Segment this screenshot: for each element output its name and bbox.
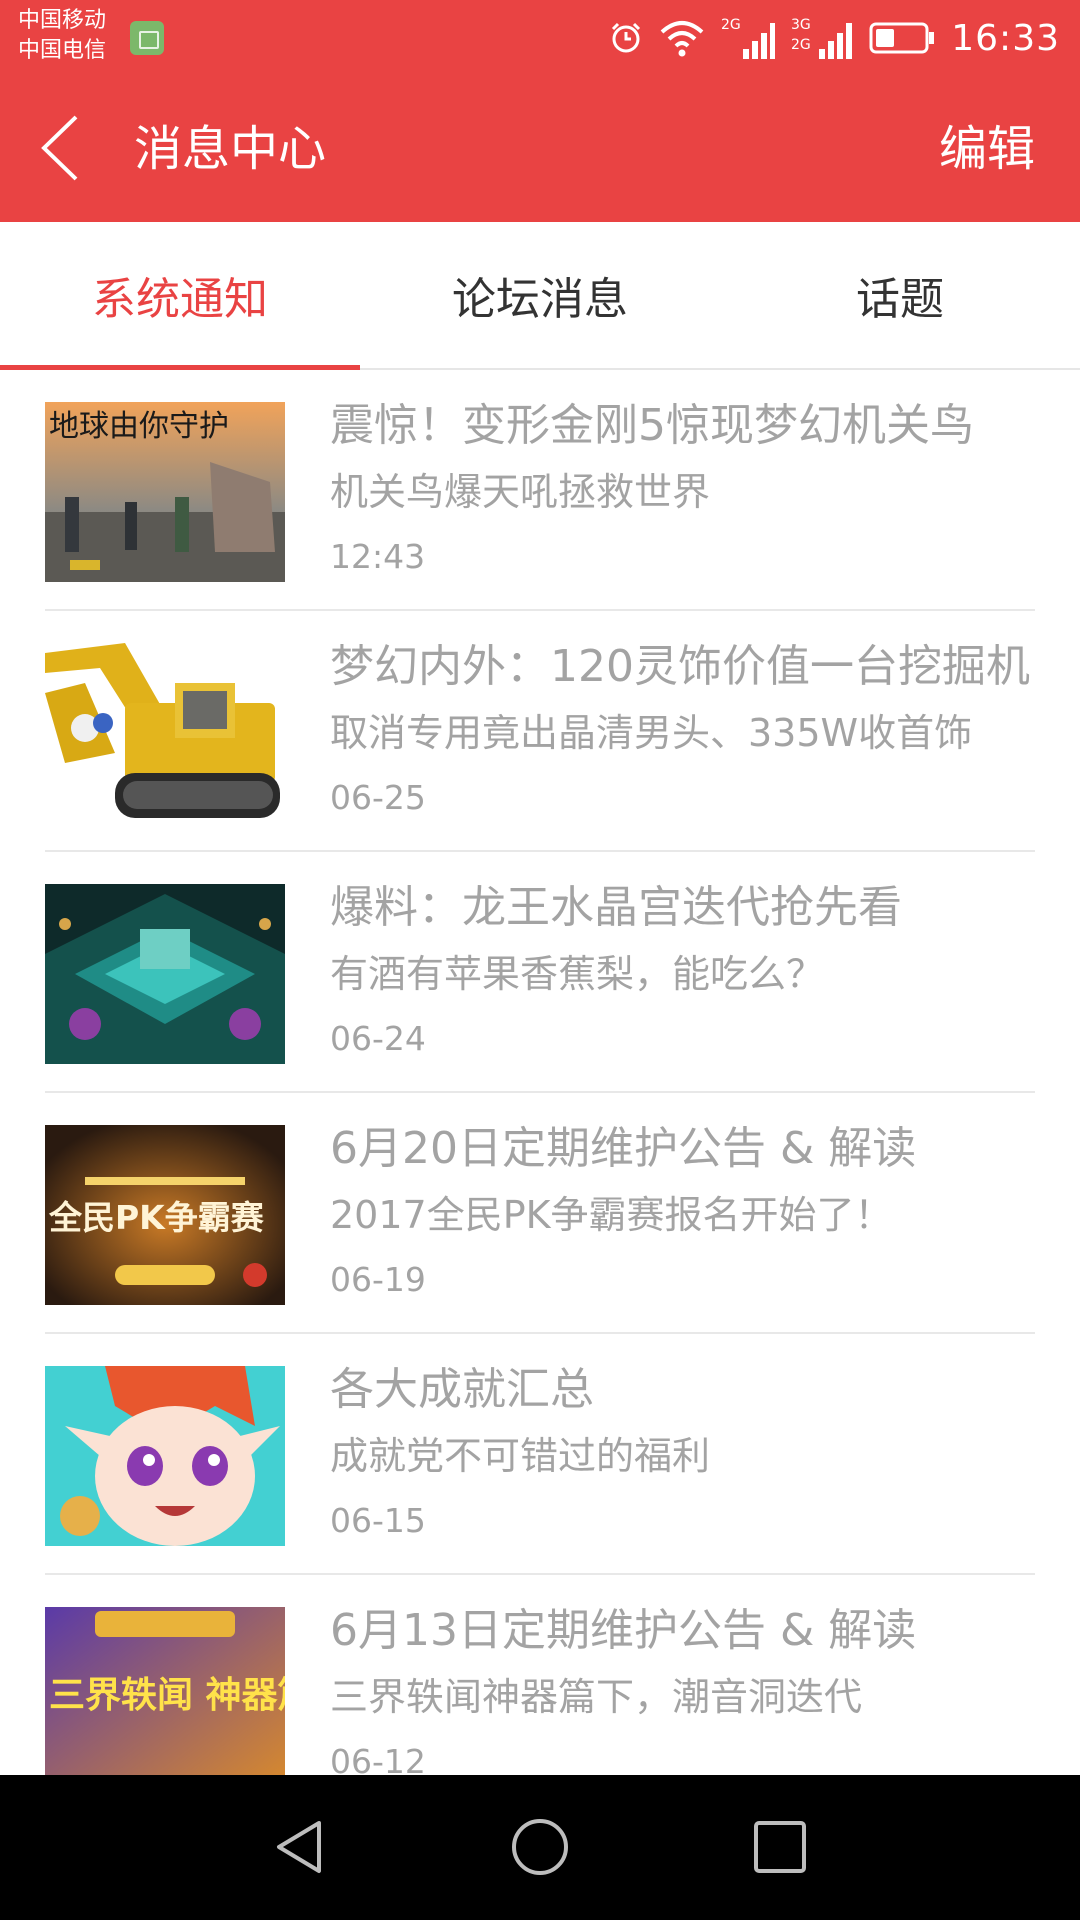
message-time: 06-24 [330, 1019, 426, 1058]
app-header: 中国移动 中国电信 2G 3G 2G 16:33 消息中心 编辑 [0, 0, 1080, 222]
tab-bar: 系统通知 论坛消息 话题 [0, 222, 1080, 370]
message-subtitle: 有酒有苹果香蕉梨，能吃么？ [330, 952, 825, 996]
nav-recent-apps-icon[interactable] [748, 1815, 812, 1879]
carrier-2: 中国电信 [18, 38, 107, 63]
alarm-icon [612, 22, 641, 53]
message-item[interactable]: 爆料：龙王水晶宫迭代抢先看 有酒有苹果香蕉梨，能吃么？ 06-24 [45, 852, 1035, 1093]
network-label-2b: 2G [791, 37, 811, 53]
wifi-icon [660, 21, 704, 57]
message-subtitle: 成就党不可错过的福利 [330, 1434, 711, 1478]
signal-2-icon: 3G 2G [791, 17, 853, 59]
battery-icon [869, 22, 935, 54]
nav-back-icon[interactable] [267, 1815, 331, 1879]
tab-forum-messages[interactable]: 论坛消息 [360, 222, 720, 368]
title-bar: 消息中心 编辑 [0, 75, 1080, 222]
message-subtitle: 三界轶闻神器篇下，潮音洞迭代 [330, 1675, 863, 1719]
network-label-2a: 3G [791, 17, 811, 33]
edit-button[interactable]: 编辑 [939, 119, 1035, 179]
message-list: 地球由你守护 震惊！变形金刚5惊现梦幻机关鸟 机关鸟爆天吼拯救世界 12:43 … [0, 370, 1080, 1775]
briefcase-icon [130, 21, 164, 55]
back-arrow-icon[interactable] [36, 113, 84, 183]
carrier-1: 中国移动 [18, 8, 107, 33]
network-label-1: 2G [721, 17, 741, 33]
message-thumbnail: 三界轶闻 神器篇 [45, 1607, 285, 1775]
message-thumbnail: 地球由你守护 [45, 402, 285, 582]
signal-icon: 2G [721, 17, 776, 59]
message-time: 06-12 [330, 1742, 426, 1775]
tab-system-notice[interactable]: 系统通知 [0, 222, 360, 370]
thumbnail-caption: 全民PK争霸赛 [48, 1198, 265, 1237]
message-title: 6月13日定期维护公告 & 解读 [330, 1605, 917, 1656]
message-thumbnail [45, 884, 285, 1064]
message-subtitle: 2017全民PK争霸赛报名开始了！ [330, 1193, 893, 1237]
message-title: 6月20日定期维护公告 & 解读 [330, 1123, 917, 1174]
message-title: 爆料：龙王水晶宫迭代抢先看 [330, 882, 902, 933]
message-time: 06-19 [330, 1260, 426, 1299]
thumbnail-caption: 三界轶闻 神器篇 [49, 1675, 285, 1716]
message-time: 06-25 [330, 778, 426, 817]
message-thumbnail: 全民PK争霸赛 [45, 1125, 285, 1305]
page-title: 消息中心 [134, 121, 327, 177]
message-time: 06-15 [330, 1501, 426, 1540]
status-time: 16:33 [951, 17, 1060, 59]
navigation-bar [0, 1775, 1080, 1920]
message-item[interactable]: 全民PK争霸赛 6月20日定期维护公告 & 解读 2017全民PK争霸赛报名开始… [45, 1093, 1035, 1334]
message-title: 震惊！变形金刚5惊现梦幻机关鸟 [330, 400, 974, 451]
message-thumbnail [45, 1366, 285, 1546]
message-title: 梦幻内外：120灵饰价值一台挖掘机 [330, 641, 1030, 692]
message-subtitle: 机关鸟爆天吼拯救世界 [330, 470, 711, 514]
status-bar: 中国移动 中国电信 2G 3G 2G 16:33 [0, 0, 1080, 75]
nav-home-icon[interactable] [508, 1815, 572, 1879]
message-item[interactable]: 各大成就汇总 成就党不可错过的福利 06-15 [45, 1334, 1035, 1575]
message-thumbnail [45, 643, 285, 823]
tab-topics[interactable]: 话题 [720, 222, 1080, 368]
message-item[interactable]: 三界轶闻 神器篇 6月13日定期维护公告 & 解读 三界轶闻神器篇下，潮音洞迭代… [45, 1575, 1035, 1775]
message-subtitle: 取消专用竟出晶清男头、335W收首饰 [330, 711, 973, 755]
carrier-info: 中国移动 中国电信 [18, 6, 106, 66]
status-icons: 2G 3G 2G 16:33 [609, 10, 1060, 66]
message-time: 12:43 [330, 537, 426, 576]
message-title: 各大成就汇总 [330, 1364, 594, 1415]
thumbnail-caption: 地球由你守护 [49, 409, 229, 444]
message-item[interactable]: 地球由你守护 震惊！变形金刚5惊现梦幻机关鸟 机关鸟爆天吼拯救世界 12:43 [45, 370, 1035, 611]
message-item[interactable]: 梦幻内外：120灵饰价值一台挖掘机 取消专用竟出晶清男头、335W收首饰 06-… [45, 611, 1035, 852]
